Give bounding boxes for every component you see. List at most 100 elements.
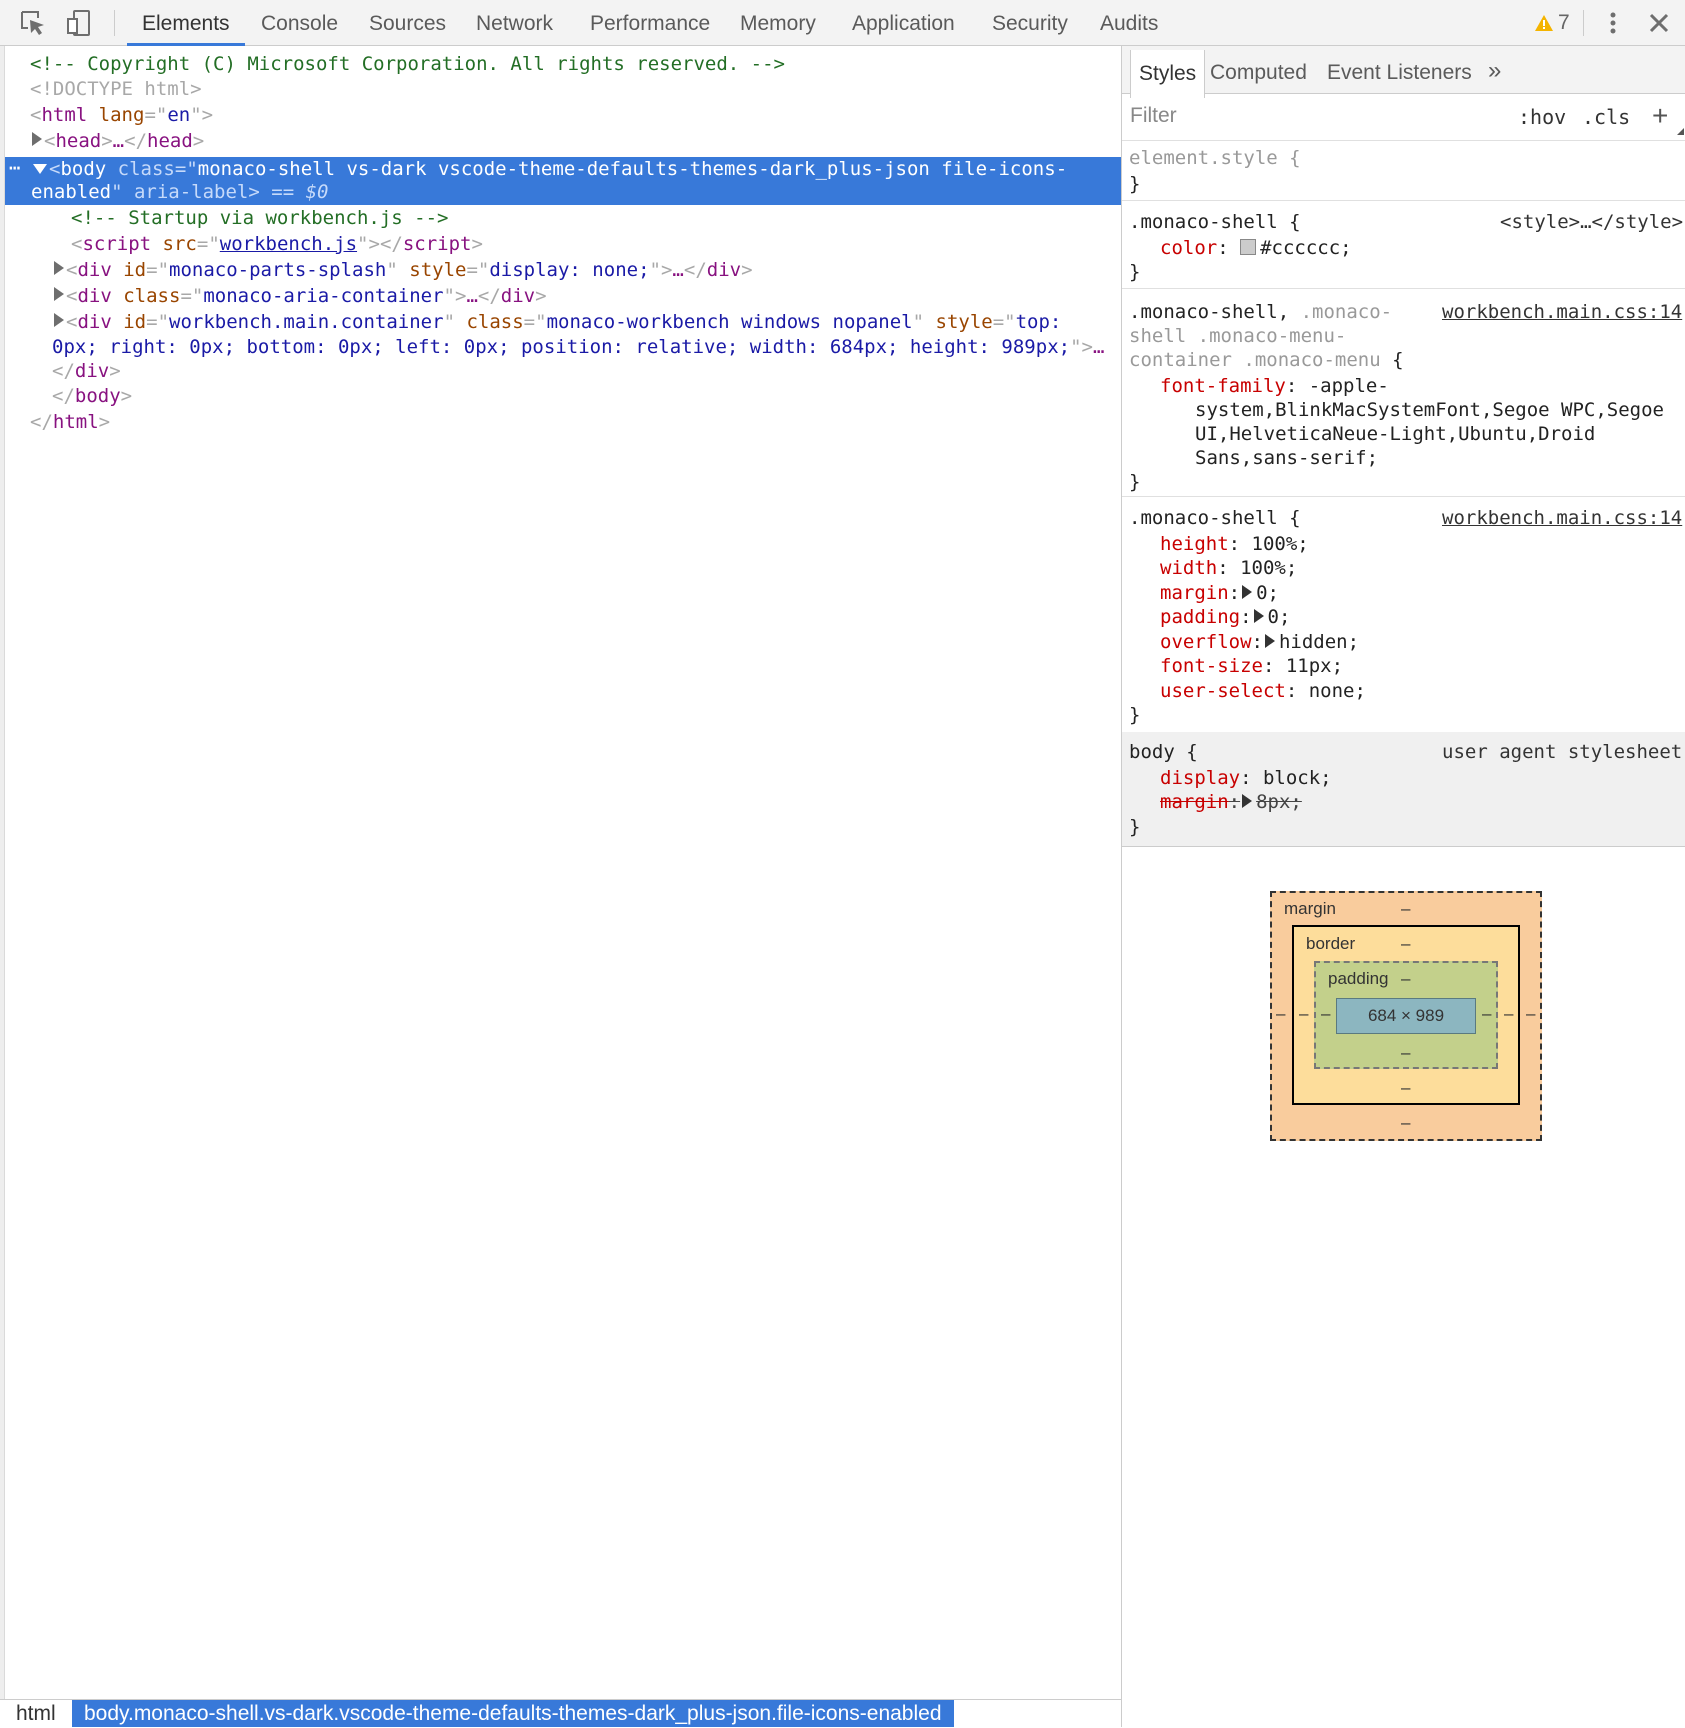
breadcrumb-body[interactable]: body.monaco-shell.vs-dark.vscode-theme-d… — [72, 1700, 954, 1727]
devtools-toolbar: Elements Console Sources Network Perform… — [0, 0, 1685, 46]
padding-top-value[interactable]: – — [1401, 969, 1410, 989]
rule-close-brace: } — [1129, 173, 1141, 195]
rule-element-style: element.style { } — [1122, 140, 1685, 201]
tab-elements[interactable]: Elements — [127, 0, 245, 46]
dom-comment[interactable]: <!-- Startup via workbench.js --> — [71, 206, 449, 231]
attr-value: monaco-aria-container — [203, 285, 444, 307]
warnings-counter[interactable]: 7 — [1534, 0, 1570, 45]
border-left-value[interactable]: – — [1299, 1004, 1308, 1024]
dom-comment[interactable]: <!-- Copyright (C) Microsoft Corporation… — [30, 52, 785, 77]
tab-console[interactable]: Console — [261, 0, 338, 45]
tab-styles[interactable]: Styles — [1130, 50, 1206, 98]
style-property-display[interactable]: display: block; — [1160, 766, 1332, 790]
style-property-margin[interactable]: margin: 0; — [1160, 581, 1279, 605]
collapsed-ellipsis[interactable]: … — [672, 259, 683, 281]
tree-gutter — [0, 46, 5, 1699]
margin-right-value[interactable]: – — [1526, 1004, 1535, 1024]
expand-arrow-icon[interactable] — [54, 313, 64, 327]
rule-source-link[interactable]: workbench.main.css:14 — [1442, 506, 1682, 530]
new-rule-menu-icon[interactable] — [1677, 128, 1684, 135]
tag-name: html — [41, 104, 88, 126]
tab-application[interactable]: Application — [852, 0, 955, 45]
attr-name: src — [162, 233, 197, 255]
rule-selector[interactable]: .monaco-shell { — [1129, 506, 1301, 530]
dom-close-body[interactable]: </body> — [52, 384, 132, 409]
dom-node-html[interactable]: <html lang="en"> — [30, 103, 213, 128]
expand-shorthand-icon[interactable] — [1264, 634, 1275, 648]
style-property-height[interactable]: height: 100%; — [1160, 532, 1309, 556]
style-property-overflow[interactable]: overflow: hidden; — [1160, 630, 1359, 654]
dom-node-aria[interactable]: <div class="monaco-aria-container">…</di… — [54, 284, 547, 309]
dom-node-body-selected[interactable]: ⋯ <body class="monaco-shell vs-dark vsco… — [5, 157, 1121, 205]
dom-node-head[interactable]: <head>…</head> — [32, 129, 204, 154]
style-property-padding[interactable]: padding: 0; — [1160, 605, 1290, 629]
more-tabs-icon[interactable]: » — [1488, 46, 1501, 93]
new-rule-icon[interactable]: + — [1652, 94, 1668, 140]
style-property-font-size[interactable]: font-size: 11px; — [1160, 654, 1343, 678]
collapsed-ellipsis[interactable]: … — [113, 130, 124, 152]
tab-event-listeners[interactable]: Event Listeners — [1327, 46, 1472, 93]
expand-arrow-icon[interactable] — [32, 132, 42, 146]
border-bottom-value[interactable]: – — [1401, 1078, 1410, 1098]
inspect-element-icon[interactable] — [18, 8, 48, 38]
tab-memory[interactable]: Memory — [740, 0, 816, 45]
dom-node-workbench-cont: 0px; right: 0px; bottom: 0px; left: 0px;… — [52, 336, 1105, 358]
node-actions-icon[interactable]: ⋯ — [9, 157, 20, 182]
tab-computed[interactable]: Computed — [1210, 46, 1307, 93]
style-property[interactable]: font-family: -apple- — [1160, 374, 1389, 398]
rule-selector[interactable]: .monaco-shell { — [1129, 210, 1301, 234]
toolbar-separator — [114, 10, 115, 36]
tag-name: div — [500, 285, 536, 307]
expand-shorthand-icon[interactable] — [1242, 585, 1253, 599]
tab-security[interactable]: Security — [992, 0, 1068, 45]
style-property-width[interactable]: width: 100%; — [1160, 556, 1297, 580]
tab-network[interactable]: Network — [476, 0, 553, 45]
style-value-cont: UI,HelveticaNeue-Light,Ubuntu,Droid — [1195, 423, 1596, 445]
style-property-user-select[interactable]: user-select: none; — [1160, 679, 1366, 703]
collapse-arrow-icon[interactable] — [33, 164, 47, 174]
device-toolbar-icon[interactable] — [64, 8, 94, 38]
box-model-content[interactable]: 684 × 989 — [1336, 998, 1476, 1034]
dom-node-splash[interactable]: <div id="monaco-parts-splash" style="dis… — [54, 258, 753, 283]
dom-close-html[interactable]: </html> — [30, 410, 110, 435]
rule-selector[interactable]: .monaco-shell, .monaco- — [1129, 300, 1392, 324]
border-right-value[interactable]: – — [1504, 1004, 1513, 1024]
border-top-value[interactable]: – — [1401, 934, 1410, 954]
color-swatch-icon[interactable] — [1240, 239, 1257, 255]
rule-source[interactable]: <style>…</style> — [1500, 210, 1683, 234]
expand-arrow-icon[interactable] — [54, 261, 64, 275]
dom-node-script[interactable]: <script src="workbench.js"></script> — [71, 232, 483, 257]
style-property[interactable]: color: #cccccc; — [1160, 236, 1352, 260]
dom-node-workbench[interactable]: <div id="workbench.main.container" class… — [54, 310, 1061, 335]
script-src-link[interactable]: workbench.js — [220, 233, 357, 255]
rule-close-brace: } — [1129, 816, 1141, 838]
more-options-icon[interactable] — [1598, 8, 1628, 38]
tab-performance[interactable]: Performance — [590, 0, 710, 45]
expand-arrow-icon[interactable] — [54, 287, 64, 301]
padding-bottom-value[interactable]: – — [1401, 1043, 1410, 1063]
breadcrumb-html[interactable]: html — [16, 1700, 56, 1727]
content-size: 684 × 989 — [1367, 1006, 1445, 1025]
close-devtools-icon[interactable] — [1644, 8, 1674, 38]
hover-state-toggle[interactable]: :hov — [1518, 94, 1566, 140]
rule-selector[interactable]: body { — [1129, 740, 1198, 764]
padding-left-value[interactable]: – — [1321, 1004, 1330, 1024]
rule-selector[interactable]: element.style { — [1129, 146, 1301, 170]
tab-audits[interactable]: Audits — [1100, 0, 1158, 45]
tab-sources[interactable]: Sources — [369, 0, 446, 45]
margin-bottom-value[interactable]: – — [1401, 1113, 1410, 1133]
dom-doctype[interactable]: <!DOCTYPE html> — [30, 77, 202, 102]
dom-close-div[interactable]: </div> — [52, 359, 121, 384]
class-toggle[interactable]: .cls — [1582, 94, 1630, 140]
padding-right-value[interactable]: – — [1482, 1004, 1491, 1024]
margin-top-value[interactable]: – — [1401, 899, 1410, 919]
expand-shorthand-icon[interactable] — [1242, 794, 1253, 808]
margin-label: margin — [1284, 899, 1336, 918]
style-property-overridden[interactable]: margin: 8px; — [1160, 790, 1302, 814]
styles-filter-input[interactable] — [1130, 100, 1460, 132]
rule-source-link[interactable]: workbench.main.css:14 — [1442, 300, 1682, 324]
collapsed-ellipsis[interactable]: … — [466, 285, 477, 307]
margin-left-value[interactable]: – — [1276, 1004, 1285, 1024]
expand-shorthand-icon[interactable] — [1253, 609, 1264, 623]
attr-value: en — [167, 104, 191, 126]
